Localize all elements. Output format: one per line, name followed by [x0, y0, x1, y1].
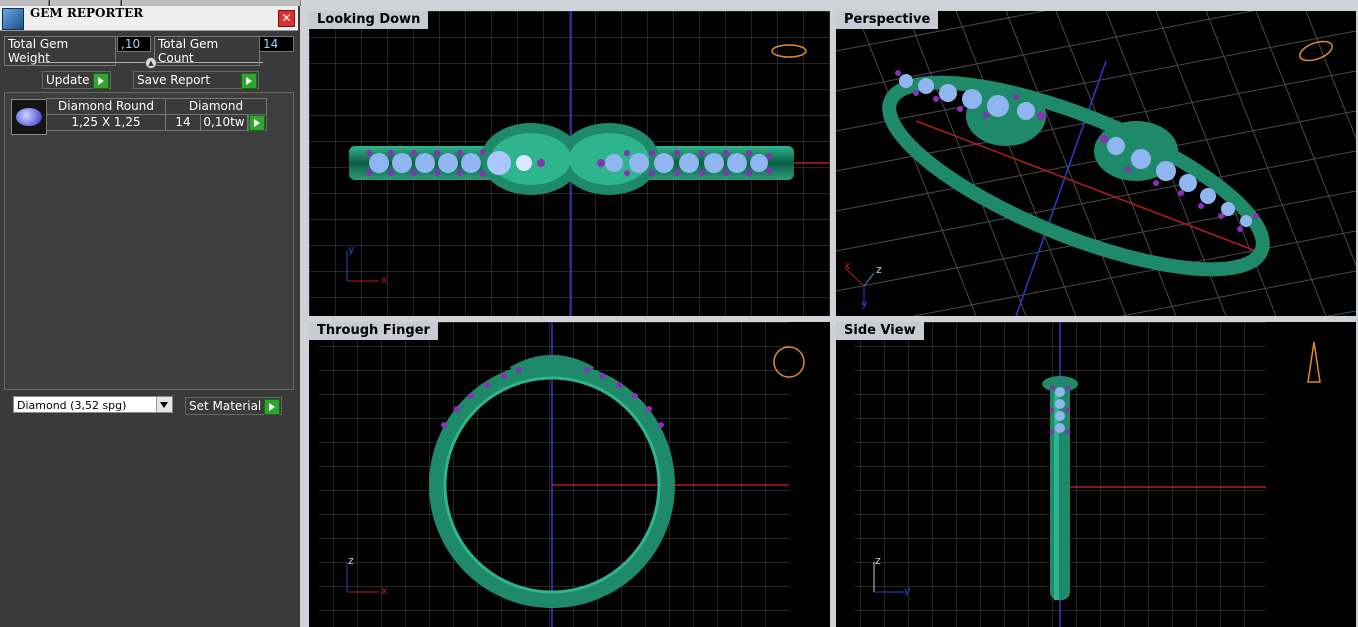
gizmo-y-label: y	[904, 584, 911, 597]
save-report-button[interactable]: Save Report	[133, 71, 259, 89]
gem-size-cell: 1,25 X 1,25	[46, 114, 166, 131]
close-button[interactable]: ✕	[278, 10, 295, 27]
viewport-through-finger[interactable]: Through Finger x z	[309, 322, 830, 627]
total-gem-weight-value: ,10	[117, 36, 151, 52]
play-arrow-icon	[264, 399, 280, 415]
play-arrow-icon	[93, 73, 109, 89]
chevron-down-icon[interactable]	[156, 397, 172, 412]
through-finger-canvas	[319, 322, 805, 627]
viewport-title: Perspective	[836, 11, 939, 29]
play-arrow-icon	[249, 115, 265, 131]
gem-reporter-icon	[2, 8, 24, 30]
panel-titlebar: GEM REPORTER ✕	[0, 6, 298, 31]
side-view-canvas	[854, 322, 1321, 627]
gem-material-cell: Diamond	[165, 98, 267, 115]
gem-weight-cell: 0,10tw	[200, 114, 248, 131]
set-material-button-label: Set Material	[189, 399, 262, 413]
update-button[interactable]: Update	[42, 71, 111, 89]
gizmo-y-label: y	[348, 243, 355, 256]
gem-count-cell: 14	[165, 114, 201, 131]
gem-reporter-panel: GEM REPORTER ✕ Total Gem Weight ,10 Tota…	[0, 0, 301, 627]
viewport-title: Looking Down	[309, 11, 429, 29]
looking-down-canvas	[309, 11, 830, 316]
save-report-button-label: Save Report	[137, 73, 211, 87]
perspective-canvas	[836, 11, 1356, 316]
play-arrow-icon	[241, 73, 257, 89]
gizmo-z-label: z	[348, 554, 354, 567]
viewport-perspective[interactable]: Perspective x z y	[836, 11, 1356, 316]
set-material-button[interactable]: Set Material	[185, 397, 282, 415]
material-select-value: Diamond (3,52 spg)	[17, 399, 127, 412]
gem-row-go-button[interactable]	[248, 114, 267, 131]
gizmo-x-label: x	[381, 273, 388, 286]
gizmo-x-label: x	[844, 259, 851, 272]
view-orientation-icon	[1307, 341, 1321, 383]
gizmo-x-label: x	[381, 584, 388, 597]
viewport-title: Side View	[836, 322, 924, 340]
perspective-grid	[836, 11, 1356, 316]
viewport-looking-down[interactable]: Looking Down x y	[309, 11, 830, 316]
gem-list: Diamond Round Diamond 1,25 X 1,25 14 0,1…	[4, 92, 294, 390]
collapse-icon[interactable]: ▲	[145, 57, 157, 69]
viewport-side-view[interactable]: Side View y z	[836, 322, 1356, 627]
panel-title: GEM REPORTER	[30, 6, 144, 20]
gizmo-z-label: z	[875, 554, 881, 567]
viewport-title: Through Finger	[309, 322, 438, 340]
gem-shape-cell: Diamond Round	[46, 98, 166, 115]
total-gem-count-value: 14	[259, 36, 294, 52]
gizmo-z-label: z	[876, 263, 882, 276]
diamond-round-icon[interactable]	[11, 99, 47, 135]
update-button-label: Update	[46, 73, 90, 87]
gizmo-y-label: y	[861, 297, 868, 310]
material-select[interactable]: Diamond (3,52 spg)	[13, 396, 173, 413]
